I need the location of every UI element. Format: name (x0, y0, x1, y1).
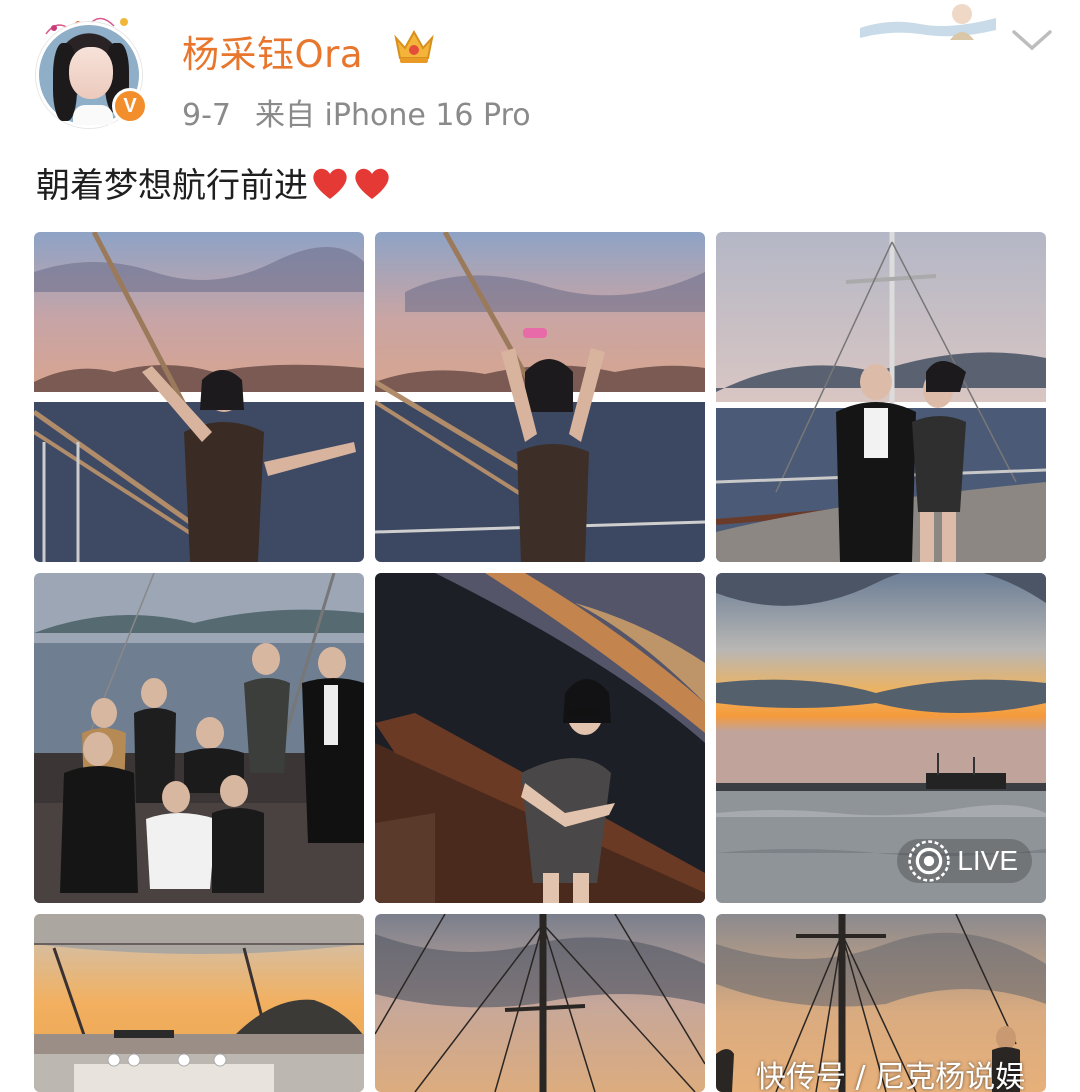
photo-2[interactable] (375, 232, 705, 562)
live-icon (908, 840, 951, 882)
card-decoration (860, 4, 996, 40)
post-source: 来自 iPhone 16 Pro (255, 98, 531, 133)
avatar[interactable]: V (36, 14, 148, 128)
heart-icon (313, 168, 347, 199)
photo-3[interactable] (716, 232, 1046, 562)
live-badge: LIVE (897, 839, 1032, 883)
hearts-emoji (310, 165, 394, 210)
post-text: 朝着梦想航行前进 (36, 158, 394, 210)
photo-4[interactable] (34, 573, 364, 903)
photo-8[interactable] (375, 914, 705, 1092)
photo-1[interactable] (34, 232, 364, 562)
live-label: LIVE (957, 845, 1018, 876)
post-meta: 9-7 来自 iPhone 16 Pro (182, 90, 531, 134)
heart-icon (355, 168, 389, 199)
watermark: 快传号 / 尼克杨说娱 (756, 1060, 1026, 1092)
verified-badge: V (112, 88, 148, 124)
photo-7[interactable] (34, 914, 364, 1092)
chevron-down-icon[interactable] (1010, 28, 1054, 54)
username[interactable]: 杨采钰Ora (182, 24, 363, 78)
photo-5[interactable] (375, 573, 705, 903)
post-date: 9-7 (182, 98, 231, 133)
post-text-content: 朝着梦想航行前进 (36, 166, 308, 206)
crown-icon[interactable] (392, 26, 436, 66)
photo-6[interactable]: LIVE (716, 573, 1046, 903)
